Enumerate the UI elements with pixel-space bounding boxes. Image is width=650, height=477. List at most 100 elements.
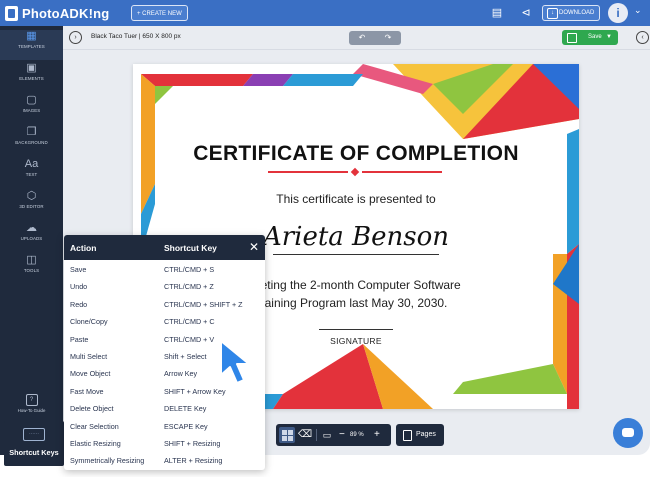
logo-text: PhotoADK!ng [22, 5, 110, 21]
images-icon: ▢ [26, 94, 37, 106]
sidebar-item-label: ELEMENTS [19, 76, 44, 81]
how-to-guide-item[interactable]: ? How-To Guide [0, 394, 63, 413]
elements-icon: ▣ [26, 62, 37, 74]
shortcut-action: Save [70, 265, 87, 274]
sidebar-item-templates[interactable]: ▦ TEMPLATES [0, 30, 63, 60]
shortcut-action: Elastic Resizing [70, 439, 121, 448]
shortcut-row: Clear Selection ESCAPE Key [64, 418, 265, 435]
sidebar-item-label: TEXT [25, 172, 38, 177]
download-button[interactable]: ↓ DOWNLOAD [542, 5, 600, 21]
shortcut-row: Elastic Resizing SHIFT + Resizing [64, 435, 265, 452]
comment-icon[interactable]: ▤ [489, 5, 505, 21]
pages-label: Pages [416, 431, 436, 438]
sidebar-item-label: UPLOADS [20, 236, 43, 241]
sidebar-item-3d-editor[interactable]: ⬡ 3D EDITOR [0, 190, 63, 220]
save-button[interactable]: Save ▼ [562, 30, 618, 45]
chat-support-button[interactable] [613, 418, 643, 448]
shortcut-row: Undo CTRL/CMD + Z [64, 278, 265, 295]
download-icon: ↓ [547, 8, 558, 19]
shortcut-row: Symmetrically Resizing ALTER + Resizing [64, 452, 265, 469]
zoom-out-button[interactable]: − [339, 428, 345, 442]
tools-icon: ◫ [26, 254, 37, 266]
pages-button[interactable]: Pages [396, 424, 444, 446]
shortcut-action: Multi Select [70, 352, 108, 361]
undo-icon[interactable]: ↶ [349, 31, 375, 45]
signature-line [319, 329, 393, 330]
shortcut-key: CTRL/CMD + SHIFT + Z [164, 299, 243, 309]
toolbar-divider [316, 429, 317, 441]
help-icon: ? [25, 394, 38, 406]
shortcut-key: SHIFT + Arrow Key [164, 386, 226, 396]
logo-icon [5, 5, 18, 21]
shortcut-action: Redo [70, 299, 88, 309]
collapse-panel-icon[interactable]: ‹ [636, 31, 649, 44]
shortcut-action: Delete Object [70, 404, 114, 414]
eraser-icon[interactable]: ⌫ [298, 428, 312, 442]
uploads-icon: ☁ [26, 222, 37, 234]
shortcut-key: CTRL/CMD + C [164, 317, 215, 327]
app-logo[interactable]: PhotoADK!ng [5, 4, 109, 22]
shortcut-row: Clone/Copy CTRL/CMD + C [64, 313, 265, 330]
top-bar: PhotoADK!ng + CREATE NEW ▤ ⊲ ↓ DOWNLOAD … [0, 0, 650, 26]
3d-editor-icon: ⬡ [26, 190, 37, 202]
sidebar-item-label: BACKGROUND [15, 140, 48, 145]
shortcut-panel-header: Action Shortcut Key ✕ [64, 235, 265, 260]
document-title[interactable]: Black Taco Tuer | 650 X 800 px [91, 33, 181, 40]
background-icon: ❐ [26, 126, 37, 138]
expand-panel-icon[interactable]: › [69, 31, 82, 44]
shortcut-row: Save CTRL/CMD + S [64, 261, 265, 278]
document-toolbar: › Black Taco Tuer | 650 X 800 px ↶ ↷ Sav… [63, 26, 650, 50]
sidebar-item-elements[interactable]: ▣ ELEMENTS [0, 62, 63, 92]
shortcut-action: Paste [70, 334, 89, 344]
keyboard-icon: ⋯⋯ [23, 428, 45, 441]
share-icon[interactable]: ⊲ [518, 5, 534, 21]
shortcut-action: Undo [70, 282, 88, 292]
sidebar-item-uploads[interactable]: ☁ UPLOADS [0, 222, 63, 252]
sidebar-item-background[interactable]: ❐ BACKGROUND [0, 126, 63, 156]
shortcut-keys-button[interactable]: ⋯⋯ Shortcut Keys [4, 421, 64, 466]
zoom-in-button[interactable]: + [374, 428, 380, 442]
zoom-level[interactable]: 89 % [350, 428, 364, 442]
shortcut-row: Redo CTRL/CMD + SHIFT + Z [64, 296, 265, 313]
shortcut-key: Arrow Key [164, 369, 198, 379]
shortcut-key: ALTER + Resizing [164, 456, 223, 466]
redo-icon[interactable]: ↷ [375, 31, 401, 45]
sidebar-item-images[interactable]: ▢ IMAGES [0, 94, 63, 124]
shortcut-key: CTRL/CMD + V [164, 334, 215, 344]
header-shortcut-key: Shortcut Key [164, 243, 217, 253]
shortcut-keys-label: Shortcut Keys [9, 448, 59, 457]
sidebar-item-label: TOOLS [23, 268, 40, 273]
shortcut-key: SHIFT + Resizing [164, 439, 221, 448]
certificate-title[interactable]: CERTIFICATE OF COMPLETION [133, 142, 579, 166]
sidebar-item-tools[interactable]: ◫ TOOLS [0, 254, 63, 284]
present-icon[interactable]: ▭ [320, 428, 334, 442]
shortcut-key: ESCAPE Key [164, 421, 208, 431]
templates-icon: ▦ [26, 30, 37, 42]
chevron-down-icon[interactable]: ▼ [606, 30, 612, 45]
name-underline [273, 254, 439, 255]
shortcut-action: Fast Move [70, 386, 104, 396]
save-label: Save [588, 34, 602, 40]
canvas-bottom-toolbar: ⌫ ▭ − 89 % + [276, 424, 391, 446]
shortcut-key: CTRL/CMD + Z [164, 282, 214, 292]
sidebar: ▦ TEMPLATES ▣ ELEMENTS ▢ IMAGES ❐ BACKGR… [0, 26, 63, 455]
avatar[interactable]: i [608, 3, 628, 23]
title-divider-left [268, 171, 348, 173]
grid-icon[interactable] [279, 427, 295, 443]
header-action: Action [70, 243, 97, 253]
shortcut-key: CTRL/CMD + S [164, 265, 215, 274]
shortcut-key: DELETE Key [164, 404, 207, 414]
undo-redo-group: ↶ ↷ [349, 31, 401, 45]
shortcut-action: Clone/Copy [70, 317, 108, 327]
save-icon [567, 33, 577, 43]
chevron-down-icon[interactable]: ⌄ [634, 5, 642, 16]
sidebar-item-label: 3D EDITOR [19, 204, 44, 209]
shortcut-action: Clear Selection [70, 421, 119, 431]
download-label: DOWNLOAD [559, 10, 595, 16]
sidebar-item-text[interactable]: Aa TEXT [0, 158, 63, 188]
sidebar-item-label: IMAGES [22, 108, 41, 113]
create-new-button[interactable]: + CREATE NEW [131, 5, 188, 21]
presented-to-text[interactable]: This certificate is presented to [133, 192, 579, 206]
shortcut-row: Delete Object DELETE Key [64, 400, 265, 417]
close-icon[interactable]: ✕ [249, 240, 259, 254]
